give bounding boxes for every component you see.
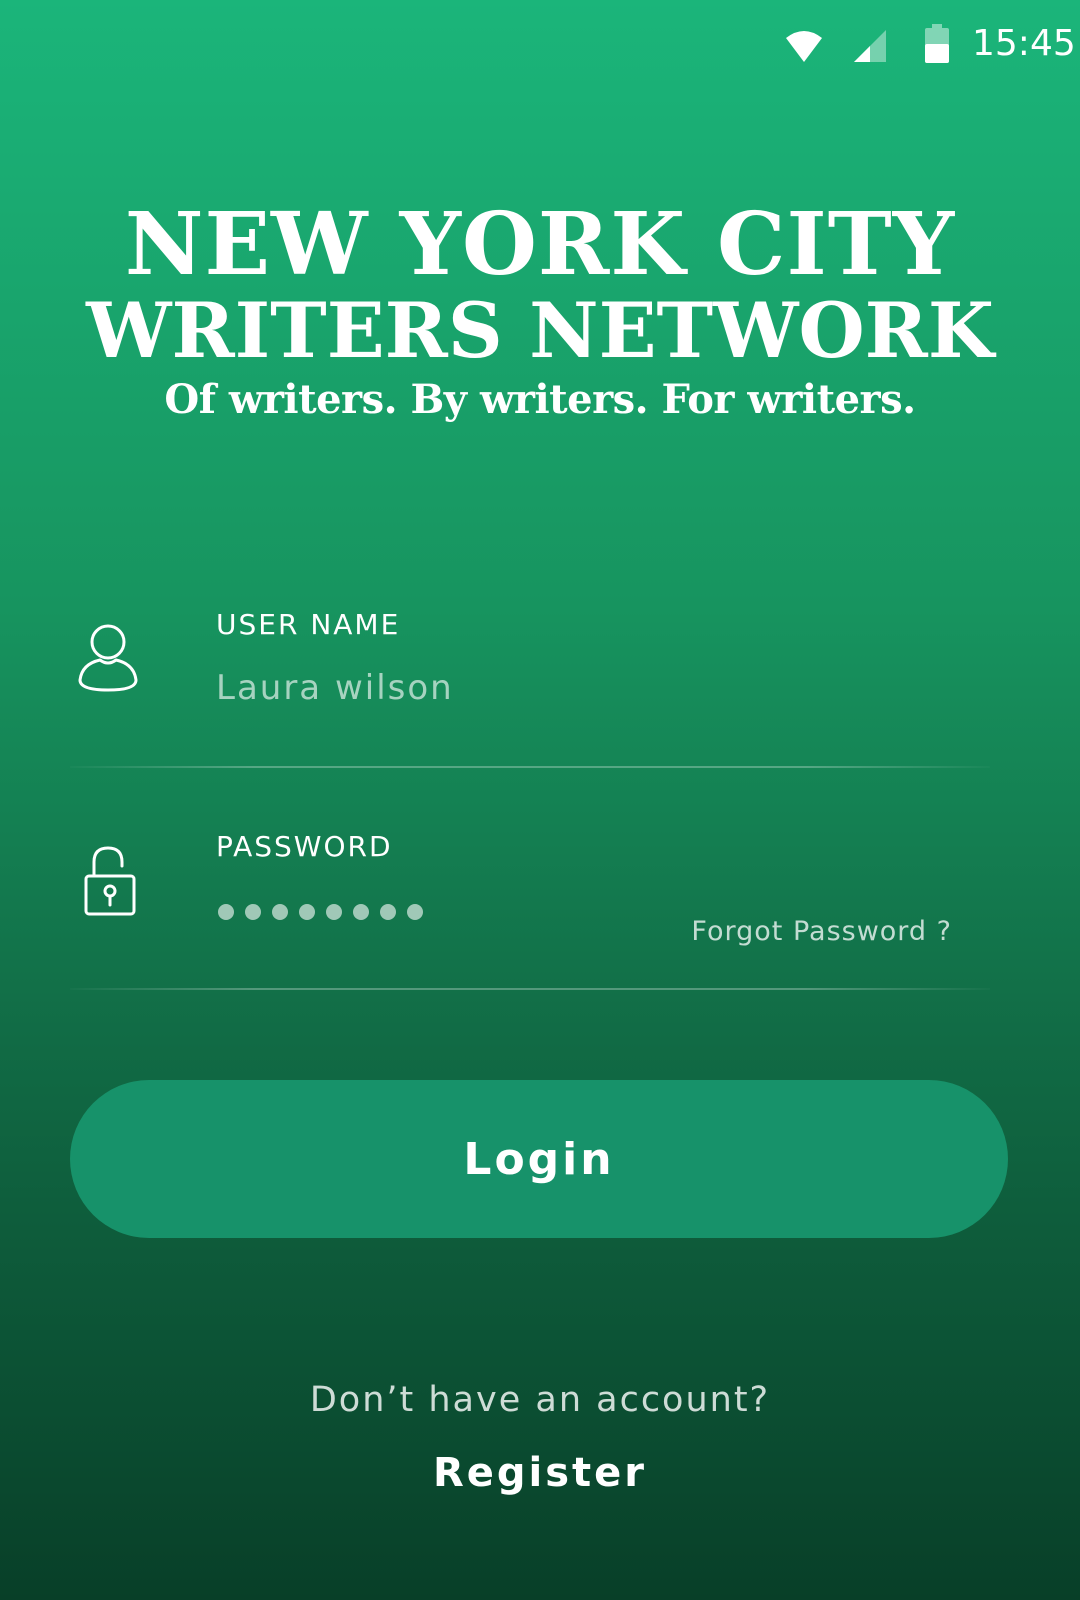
lock-icon	[84, 846, 136, 916]
app-logo: NEW YORK CITY WRITERS NETWORK Of writers…	[70, 200, 1010, 428]
battery-icon	[925, 24, 949, 63]
register-link[interactable]: Register	[0, 1450, 1080, 1496]
password-input[interactable]	[218, 904, 423, 924]
password-label: PASSWORD	[216, 830, 393, 863]
username-label: USER NAME	[216, 608, 401, 641]
password-mask-dot	[218, 904, 234, 920]
status-time: 15:45	[972, 23, 1076, 64]
password-mask-dot	[326, 904, 342, 920]
password-mask-dot	[272, 904, 288, 920]
password-field[interactable]: PASSWORD Forgot Password ?	[70, 822, 990, 992]
password-mask-dot	[380, 904, 396, 920]
password-mask-dot	[407, 904, 423, 920]
username-field[interactable]: USER NAME Laura wilson	[70, 600, 990, 770]
cellular-signal-icon	[854, 30, 886, 62]
password-mask-dot	[353, 904, 369, 920]
logo-title-line2: WRITERS NETWORK	[86, 286, 994, 375]
password-underline	[70, 988, 990, 990]
register-prompt: Don’t have an account?	[309, 1380, 771, 1420]
password-mask-dot	[299, 904, 315, 920]
username-underline	[70, 766, 990, 768]
status-bar: 15:45	[0, 0, 1080, 92]
login-button[interactable]: Login	[70, 1080, 1008, 1238]
logo-tagline: Of writers. By writers. For writers.	[164, 376, 916, 423]
wifi-icon	[786, 31, 822, 62]
forgot-password-link[interactable]: Forgot Password ?	[691, 916, 952, 947]
user-icon	[78, 624, 138, 692]
logo-title-line1: NEW YORK CITY	[124, 194, 956, 295]
password-mask-dot	[245, 904, 261, 920]
username-input[interactable]: Laura wilson	[216, 668, 916, 708]
